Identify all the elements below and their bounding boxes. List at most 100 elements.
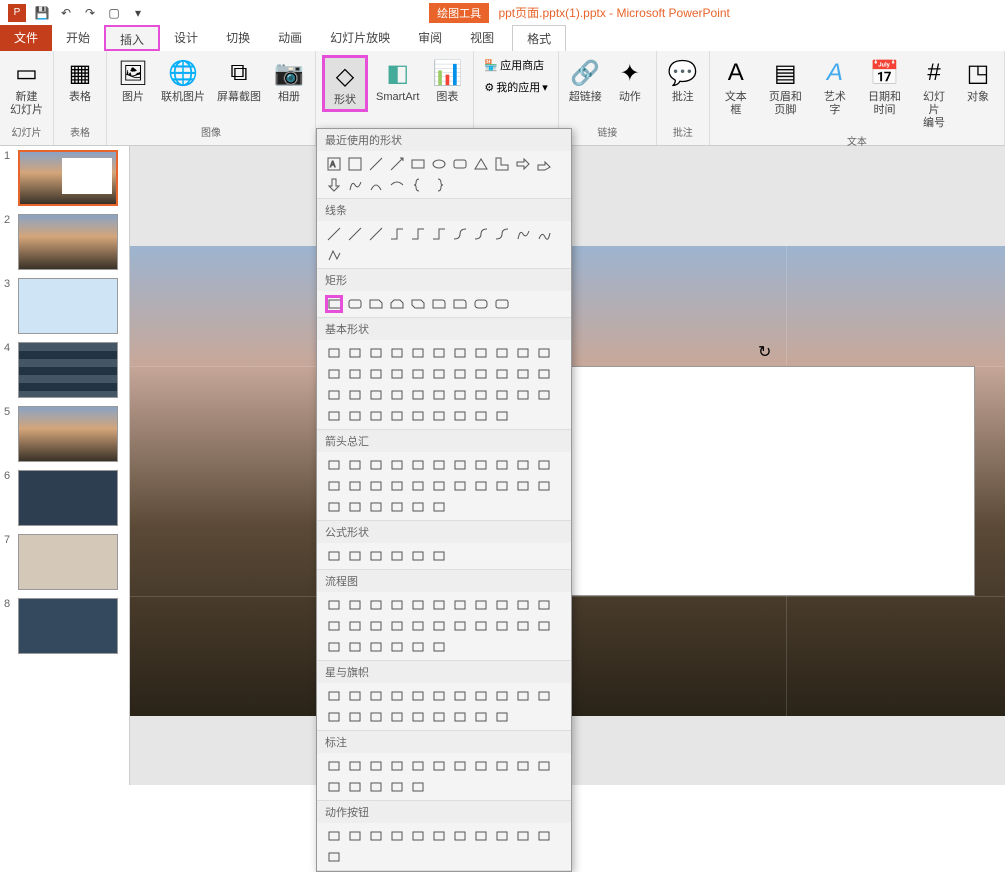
arrow-shape-3-icon[interactable] <box>388 456 406 474</box>
shape-freeform-icon[interactable] <box>346 176 364 194</box>
tab-review[interactable]: 审阅 <box>404 25 456 51</box>
arrow-shape-9-icon[interactable] <box>514 456 532 474</box>
slide-thumbnail-6[interactable] <box>18 470 118 526</box>
callout-shape-12-icon[interactable] <box>346 778 364 796</box>
flowchart-shape-14-icon[interactable] <box>388 617 406 635</box>
tab-home[interactable]: 开始 <box>52 25 104 51</box>
flowchart-shape-4-icon[interactable] <box>409 596 427 614</box>
arrow-shape-18-icon[interactable] <box>472 477 490 495</box>
shape-left-brace-icon[interactable] <box>409 176 427 194</box>
shape-triangle-icon[interactable] <box>472 155 490 173</box>
callout-shape-6-icon[interactable] <box>451 757 469 775</box>
basic-shape-2-icon[interactable] <box>367 344 385 362</box>
slide-thumbnail-panel[interactable]: 1 2 3 4 5 6 7 8 <box>0 146 130 785</box>
callout-shape-14-icon[interactable] <box>388 778 406 796</box>
slide-thumbnail-1[interactable] <box>18 150 118 206</box>
basic-shape-19-icon[interactable] <box>493 365 511 383</box>
shapes-button[interactable]: ◇ 形状 <box>322 55 368 112</box>
shape-line-arrow-icon[interactable] <box>388 155 406 173</box>
slide-thumbnail-4[interactable] <box>18 342 118 398</box>
shape-right-arrow-icon[interactable] <box>514 155 532 173</box>
basic-shape-37-icon[interactable] <box>409 407 427 425</box>
basic-shape-13-icon[interactable] <box>367 365 385 383</box>
smartart-button[interactable]: ◧ SmartArt <box>372 55 423 106</box>
action-button-shape-0-icon[interactable] <box>325 827 343 845</box>
star-shape-5-icon[interactable] <box>430 687 448 705</box>
arrow-shape-13-icon[interactable] <box>367 477 385 495</box>
star-shape-10-icon[interactable] <box>535 687 553 705</box>
slide-thumbnail-3[interactable] <box>18 278 118 334</box>
equation-shape-3-icon[interactable] <box>388 547 406 565</box>
action-button-shape-7-icon[interactable] <box>472 827 490 845</box>
round-single-corner-icon[interactable] <box>451 295 469 313</box>
tab-design[interactable]: 设计 <box>160 25 212 51</box>
star-shape-8-icon[interactable] <box>493 687 511 705</box>
shape-bent-arrow-icon[interactable] <box>535 155 553 173</box>
arrow-shape-11-icon[interactable] <box>325 477 343 495</box>
flowchart-shape-12-icon[interactable] <box>346 617 364 635</box>
callout-shape-0-icon[interactable] <box>325 757 343 775</box>
callout-shape-13-icon[interactable] <box>367 778 385 796</box>
action-button-shape-11-icon[interactable] <box>325 848 343 866</box>
arrow-shape-12-icon[interactable] <box>346 477 364 495</box>
curved-connector-icon[interactable] <box>451 225 469 243</box>
equation-shape-4-icon[interactable] <box>409 547 427 565</box>
arrow-shape-21-icon[interactable] <box>535 477 553 495</box>
basic-shape-23-icon[interactable] <box>346 386 364 404</box>
snip-same-side-icon[interactable] <box>388 295 406 313</box>
callout-shape-8-icon[interactable] <box>493 757 511 775</box>
arrow-shape-7-icon[interactable] <box>472 456 490 474</box>
action-button-shape-8-icon[interactable] <box>493 827 511 845</box>
basic-shape-20-icon[interactable] <box>514 365 532 383</box>
flowchart-shape-1-icon[interactable] <box>346 596 364 614</box>
callout-shape-10-icon[interactable] <box>535 757 553 775</box>
flowchart-shape-9-icon[interactable] <box>514 596 532 614</box>
album-button[interactable]: 📷 相册 <box>269 55 309 106</box>
arrow-shape-22-icon[interactable] <box>325 498 343 516</box>
arrow-shape-20-icon[interactable] <box>514 477 532 495</box>
shape-arc-icon[interactable] <box>367 176 385 194</box>
line-double-arrow-icon[interactable] <box>367 225 385 243</box>
star-shape-12-icon[interactable] <box>346 708 364 726</box>
callout-shape-9-icon[interactable] <box>514 757 532 775</box>
flowchart-shape-2-icon[interactable] <box>367 596 385 614</box>
arrow-shape-26-icon[interactable] <box>409 498 427 516</box>
basic-shape-39-icon[interactable] <box>451 407 469 425</box>
datetime-button[interactable]: 📅 日期和时间 <box>859 55 910 119</box>
arrow-shape-27-icon[interactable] <box>430 498 448 516</box>
tab-format[interactable]: 格式 <box>512 25 566 51</box>
snip-diagonal-icon[interactable] <box>409 295 427 313</box>
flowchart-shape-21-icon[interactable] <box>535 617 553 635</box>
action-button-shape-10-icon[interactable] <box>535 827 553 845</box>
elbow-connector-icon[interactable] <box>388 225 406 243</box>
screenshot-button[interactable]: ⧉ 屏幕截图 <box>213 55 265 106</box>
basic-shape-1-icon[interactable] <box>346 344 364 362</box>
flowchart-shape-16-icon[interactable] <box>430 617 448 635</box>
action-button-shape-5-icon[interactable] <box>430 827 448 845</box>
wordart-button[interactable]: A 艺术字 <box>815 55 855 119</box>
flowchart-shape-3-icon[interactable] <box>388 596 406 614</box>
action-button-shape-3-icon[interactable] <box>388 827 406 845</box>
flowchart-shape-0-icon[interactable] <box>325 596 343 614</box>
shape-rounded-rect-icon[interactable] <box>451 155 469 173</box>
shape-line-icon[interactable] <box>367 155 385 173</box>
chart-button[interactable]: 📊 图表 <box>427 55 467 106</box>
slide-thumbnail-2[interactable] <box>18 214 118 270</box>
arrow-shape-17-icon[interactable] <box>451 477 469 495</box>
star-shape-16-icon[interactable] <box>430 708 448 726</box>
basic-shape-0-icon[interactable] <box>325 344 343 362</box>
undo-icon[interactable]: ↶ <box>58 5 74 21</box>
slide-thumbnail-8[interactable] <box>18 598 118 654</box>
line-icon[interactable] <box>325 225 343 243</box>
basic-shape-35-icon[interactable] <box>367 407 385 425</box>
star-shape-7-icon[interactable] <box>472 687 490 705</box>
save-icon[interactable]: 💾 <box>34 5 50 21</box>
star-shape-2-icon[interactable] <box>367 687 385 705</box>
slide-number-button[interactable]: # 幻灯片 编号 <box>914 55 954 133</box>
qat-dropdown-icon[interactable]: ▾ <box>130 5 146 21</box>
callout-shape-3-icon[interactable] <box>388 757 406 775</box>
star-shape-13-icon[interactable] <box>367 708 385 726</box>
slide-thumbnail-7[interactable] <box>18 534 118 590</box>
basic-shape-12-icon[interactable] <box>346 365 364 383</box>
slide-thumb-row[interactable]: 4 <box>4 342 125 398</box>
